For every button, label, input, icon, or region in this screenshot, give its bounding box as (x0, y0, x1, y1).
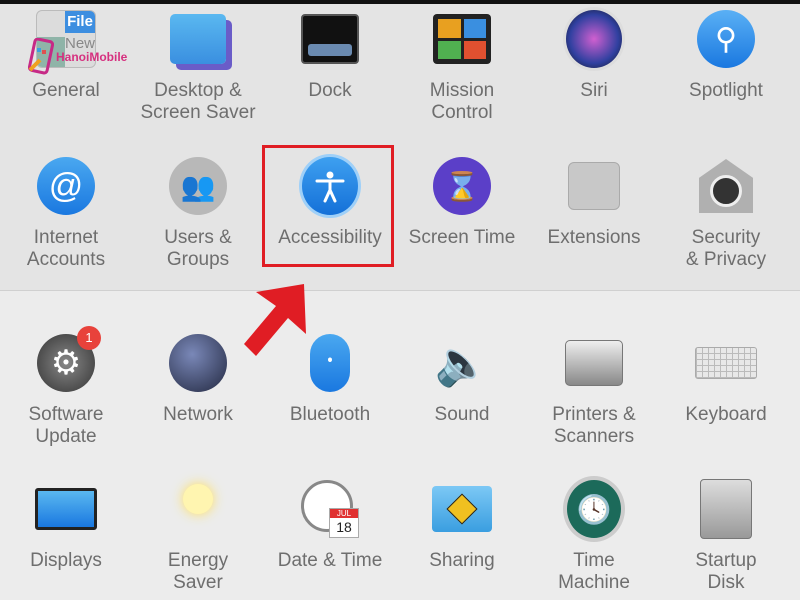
date-time-icon: JUL 18 (299, 478, 361, 540)
startup-disk-icon (695, 478, 757, 540)
pane-spotlight[interactable]: ⚲ Spotlight (660, 8, 792, 102)
pane-keyboard[interactable]: Keyboard (660, 332, 792, 426)
pointer-arrow-icon (244, 284, 306, 356)
pane-desktop-screensaver[interactable]: Desktop & Screen Saver (132, 8, 264, 124)
update-count-badge: 1 (77, 326, 101, 350)
pane-label: Date & Time (277, 550, 383, 571)
desktop-screensaver-icon (167, 8, 229, 70)
pane-sound[interactable]: 🔈 Sound (396, 332, 528, 426)
energy-saver-icon (167, 478, 229, 540)
siri-icon (563, 7, 625, 71)
pane-startup-disk[interactable]: Startup Disk (660, 478, 792, 594)
pane-mission-control[interactable]: Mission Control (396, 8, 528, 124)
pane-time-machine[interactable]: 🕓 Time Machine (528, 476, 660, 594)
pane-label: Sound (434, 404, 490, 425)
time-machine-icon: 🕓 (563, 476, 625, 542)
pane-software-update[interactable]: ⚙ 1 Software Update (0, 326, 132, 448)
displays-icon (35, 478, 97, 540)
calendar-month: JUL (330, 509, 358, 518)
accessibility-highlight-box (262, 145, 394, 267)
pane-internet-accounts[interactable]: @ Internet Accounts (0, 155, 132, 271)
network-icon (167, 332, 229, 394)
pane-label: Software Update (28, 404, 104, 447)
pane-users-groups[interactable]: 👥 Users & Groups (132, 155, 264, 271)
pane-label: General (32, 80, 100, 101)
pane-label: Users & Groups (164, 227, 232, 270)
spotlight-icon: ⚲ (695, 8, 757, 70)
pane-label: Screen Time (408, 227, 516, 248)
sharing-icon (431, 478, 493, 540)
general-file-text: File (65, 11, 95, 33)
pane-label: Internet Accounts (26, 227, 106, 270)
pane-label: Sharing (429, 550, 495, 571)
pane-label: Siri (580, 80, 608, 101)
calendar-day: 18 (336, 519, 352, 535)
sound-icon: 🔈 (434, 339, 490, 388)
pane-label: Security & Privacy (685, 227, 767, 270)
screen-time-icon: ⌛ (431, 155, 493, 217)
pane-label: Keyboard (685, 404, 767, 425)
pane-label: Time Machine (558, 550, 630, 593)
software-update-icon: ⚙ 1 (35, 326, 101, 394)
section-divider (0, 290, 800, 291)
pane-label: Energy Saver (167, 550, 229, 593)
pane-label: Dock (308, 80, 352, 101)
pane-label: Displays (30, 550, 102, 571)
pane-label: Spotlight (689, 80, 763, 101)
pane-screen-time[interactable]: ⌛ Screen Time (396, 155, 528, 249)
pane-label: Extensions (547, 227, 641, 248)
pane-siri[interactable]: Siri (528, 7, 660, 102)
watermark-text: HanoiMobile (56, 50, 128, 64)
pane-energy-saver[interactable]: Energy Saver (132, 478, 264, 594)
pane-label: Bluetooth (289, 404, 371, 425)
pane-sharing[interactable]: Sharing (396, 478, 528, 572)
pane-displays[interactable]: Displays (0, 478, 132, 572)
pane-printers-scanners[interactable]: Printers & Scanners (528, 332, 660, 448)
pane-label: Network (163, 404, 233, 425)
users-groups-icon: 👥 (167, 155, 229, 217)
internet-accounts-icon: @ (35, 155, 97, 217)
pane-label: Startup Disk (695, 550, 757, 593)
pane-dock[interactable]: Dock (264, 8, 396, 102)
keyboard-icon (695, 332, 757, 394)
pane-label: Desktop & Screen Saver (140, 80, 256, 123)
dock-icon (299, 8, 361, 70)
extensions-icon (563, 155, 625, 217)
watermark-logo: HanoiMobile (28, 38, 127, 76)
printers-scanners-icon (563, 332, 625, 394)
security-privacy-icon (695, 155, 757, 217)
mission-control-icon (431, 8, 493, 70)
pane-date-time[interactable]: JUL 18 Date & Time (264, 478, 396, 572)
pane-label: Mission Control (429, 80, 495, 123)
pane-label: Printers & Scanners (552, 404, 636, 447)
pane-security-privacy[interactable]: Security & Privacy (660, 155, 792, 271)
pane-extensions[interactable]: Extensions (528, 155, 660, 249)
